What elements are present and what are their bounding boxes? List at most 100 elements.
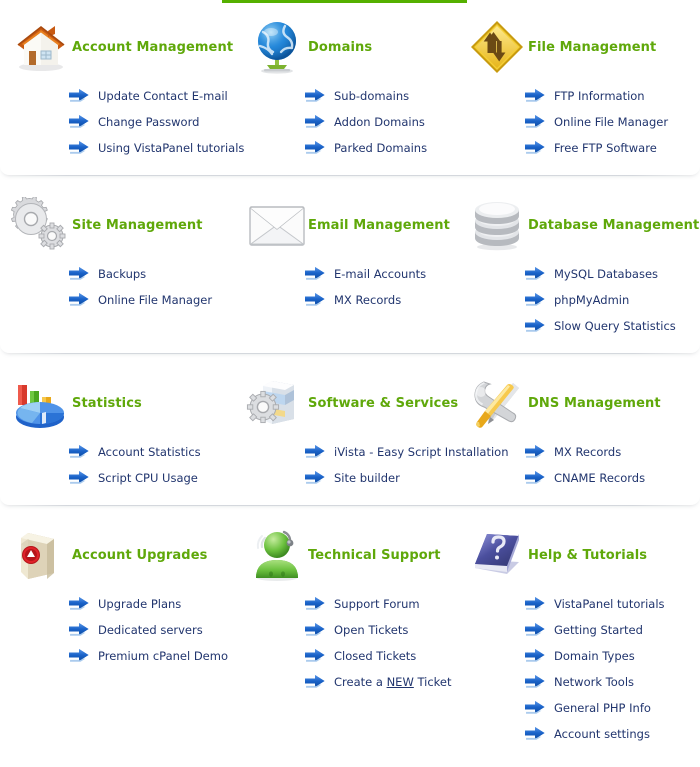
link-free-ftp-software[interactable]: Free FTP Software	[554, 141, 657, 155]
link-account-statistics[interactable]: Account Statistics	[98, 445, 201, 459]
category-link-item: Online File Manager	[68, 287, 238, 313]
link-dedicated-servers[interactable]: Dedicated servers	[98, 623, 203, 637]
link-script-cpu-usage[interactable]: Script CPU Usage	[98, 471, 198, 485]
link-sub-domains[interactable]: Sub-domains	[334, 89, 409, 103]
category-link-list: Sub-domains Addon Domains Parked Domains	[246, 83, 456, 161]
category-header: Software & Services	[246, 373, 459, 433]
category-software-services: Software & Services iVista - Easy Script…	[238, 373, 508, 491]
arrow-right-icon	[304, 114, 326, 130]
link-general-php-info[interactable]: General PHP Info	[554, 701, 651, 715]
link-mx-records[interactable]: MX Records	[554, 445, 621, 459]
category-header: Database Management	[466, 195, 700, 255]
arrow-right-icon	[68, 266, 90, 282]
category-title: Account Upgrades	[72, 547, 208, 563]
link-update-contact-e-mail[interactable]: Update Contact E-mail	[98, 89, 228, 103]
house-icon	[10, 18, 72, 76]
category-link-list: Upgrade Plans Dedicated servers Premium …	[10, 591, 238, 669]
link-vistapanel-tutorials[interactable]: VistaPanel tutorials	[554, 597, 665, 611]
category-header: File Management	[466, 17, 700, 77]
category-link-item: Open Tickets	[304, 617, 456, 643]
link-slow-query-statistics[interactable]: Slow Query Statistics	[554, 319, 676, 333]
link-text: Create a	[334, 675, 387, 689]
link-upgrade-plans[interactable]: Upgrade Plans	[98, 597, 181, 611]
category-title: File Management	[528, 39, 657, 55]
category-link-item: Getting Started	[524, 617, 700, 643]
link-domain-types[interactable]: Domain Types	[554, 649, 635, 663]
category-link-item: iVista - Easy Script Installation	[304, 439, 508, 465]
link-using-vistapanel-tutorials[interactable]: Using VistaPanel tutorials	[98, 141, 244, 155]
link-mysql-databases[interactable]: MySQL Databases	[554, 267, 658, 281]
link-backups[interactable]: Backups	[98, 267, 146, 281]
arrow-right-icon	[304, 596, 326, 612]
category-title: Software & Services	[308, 395, 459, 411]
arrow-right-icon	[524, 648, 546, 664]
category-link-list: VistaPanel tutorials Getting Started Dom…	[466, 591, 700, 747]
link-addon-domains[interactable]: Addon Domains	[334, 115, 425, 129]
category-link-list: Support Forum Open Tickets Closed Ticket…	[246, 591, 456, 695]
category-link-item: Support Forum	[304, 591, 456, 617]
pie-bar-chart-icon	[10, 374, 72, 432]
category-link-list: Backups Online File Manager	[10, 261, 238, 313]
arrow-right-icon	[304, 470, 326, 486]
arrow-right-icon	[524, 140, 546, 156]
link-getting-started[interactable]: Getting Started	[554, 623, 643, 637]
category-link-item: MX Records	[524, 439, 700, 465]
link-text-suffix: Ticket	[413, 675, 452, 689]
category-title: Help & Tutorials	[528, 547, 648, 563]
category-link-item: Parked Domains	[304, 135, 456, 161]
category-link-item: Slow Query Statistics	[524, 313, 700, 339]
category-link-list: MX Records CNAME Records	[466, 439, 700, 491]
link-change-password[interactable]: Change Password	[98, 115, 199, 129]
category-header: DNS Management	[466, 373, 700, 433]
link-cname-records[interactable]: CNAME Records	[554, 471, 645, 485]
link-online-file-manager[interactable]: Online File Manager	[98, 293, 212, 307]
arrow-right-icon	[304, 622, 326, 638]
category-title: Site Management	[72, 217, 203, 233]
link-network-tools[interactable]: Network Tools	[554, 675, 634, 689]
category-header: Technical Support	[246, 525, 456, 585]
category-title: DNS Management	[528, 395, 661, 411]
category-file-management: File Management FTP Information Online F…	[456, 17, 700, 161]
category-link-item: Closed Tickets	[304, 643, 456, 669]
arrow-right-icon	[304, 674, 326, 690]
link-account-settings[interactable]: Account settings	[554, 727, 650, 741]
category-link-item: Account settings	[524, 721, 700, 747]
arrow-right-icon	[524, 596, 546, 612]
category-link-item: Online File Manager	[524, 109, 700, 135]
arrow-right-icon	[524, 622, 546, 638]
category-link-item: Dedicated servers	[68, 617, 238, 643]
category-link-item: phpMyAdmin	[524, 287, 700, 313]
link-support-forum[interactable]: Support Forum	[334, 597, 420, 611]
link-e-mail-accounts[interactable]: E-mail Accounts	[334, 267, 426, 281]
category-link-item: MX Records	[304, 287, 456, 313]
category-title: Email Management	[308, 217, 450, 233]
category-help-tutorials: Help & Tutorials VistaPanel tutorials Ge…	[456, 525, 700, 747]
category-link-item: E-mail Accounts	[304, 261, 456, 287]
category-title: Database Management	[528, 217, 700, 233]
database-icon	[466, 196, 528, 254]
arrow-right-icon	[68, 292, 90, 308]
link-phpmyadmin[interactable]: phpMyAdmin	[554, 293, 629, 307]
category-dns-management: DNS Management MX Records CNAME Records	[456, 373, 700, 491]
link-closed-tickets[interactable]: Closed Tickets	[334, 649, 416, 663]
category-row: Statistics Account Statistics Script CPU…	[0, 359, 700, 506]
category-email-management: Email Management E-mail Accounts MX Reco…	[238, 195, 456, 339]
link-parked-domains[interactable]: Parked Domains	[334, 141, 427, 155]
arrow-right-icon	[68, 622, 90, 638]
category-title: Technical Support	[308, 547, 441, 563]
category-account-upgrades: Account Upgrades Upgrade Plans Dedicated…	[0, 525, 238, 747]
link-premium-cpanel-demo[interactable]: Premium cPanel Demo	[98, 649, 228, 663]
link-ftp-information[interactable]: FTP Information	[554, 89, 645, 103]
link-create-a-new-ticket[interactable]: Create a NEW Ticket	[334, 675, 452, 689]
link-online-file-manager[interactable]: Online File Manager	[554, 115, 668, 129]
category-link-item: Upgrade Plans	[68, 591, 238, 617]
link-site-builder[interactable]: Site builder	[334, 471, 400, 485]
category-header: Account Management	[10, 17, 238, 77]
link-open-tickets[interactable]: Open Tickets	[334, 623, 408, 637]
category-link-item: VistaPanel tutorials	[524, 591, 700, 617]
category-link-list: iVista - Easy Script Installation Site b…	[246, 439, 508, 491]
support-headset-person-icon	[246, 526, 308, 584]
category-title: Account Management	[72, 39, 234, 55]
link-mx-records[interactable]: MX Records	[334, 293, 401, 307]
category-link-list: MySQL Databases phpMyAdmin Slow Query St…	[466, 261, 700, 339]
